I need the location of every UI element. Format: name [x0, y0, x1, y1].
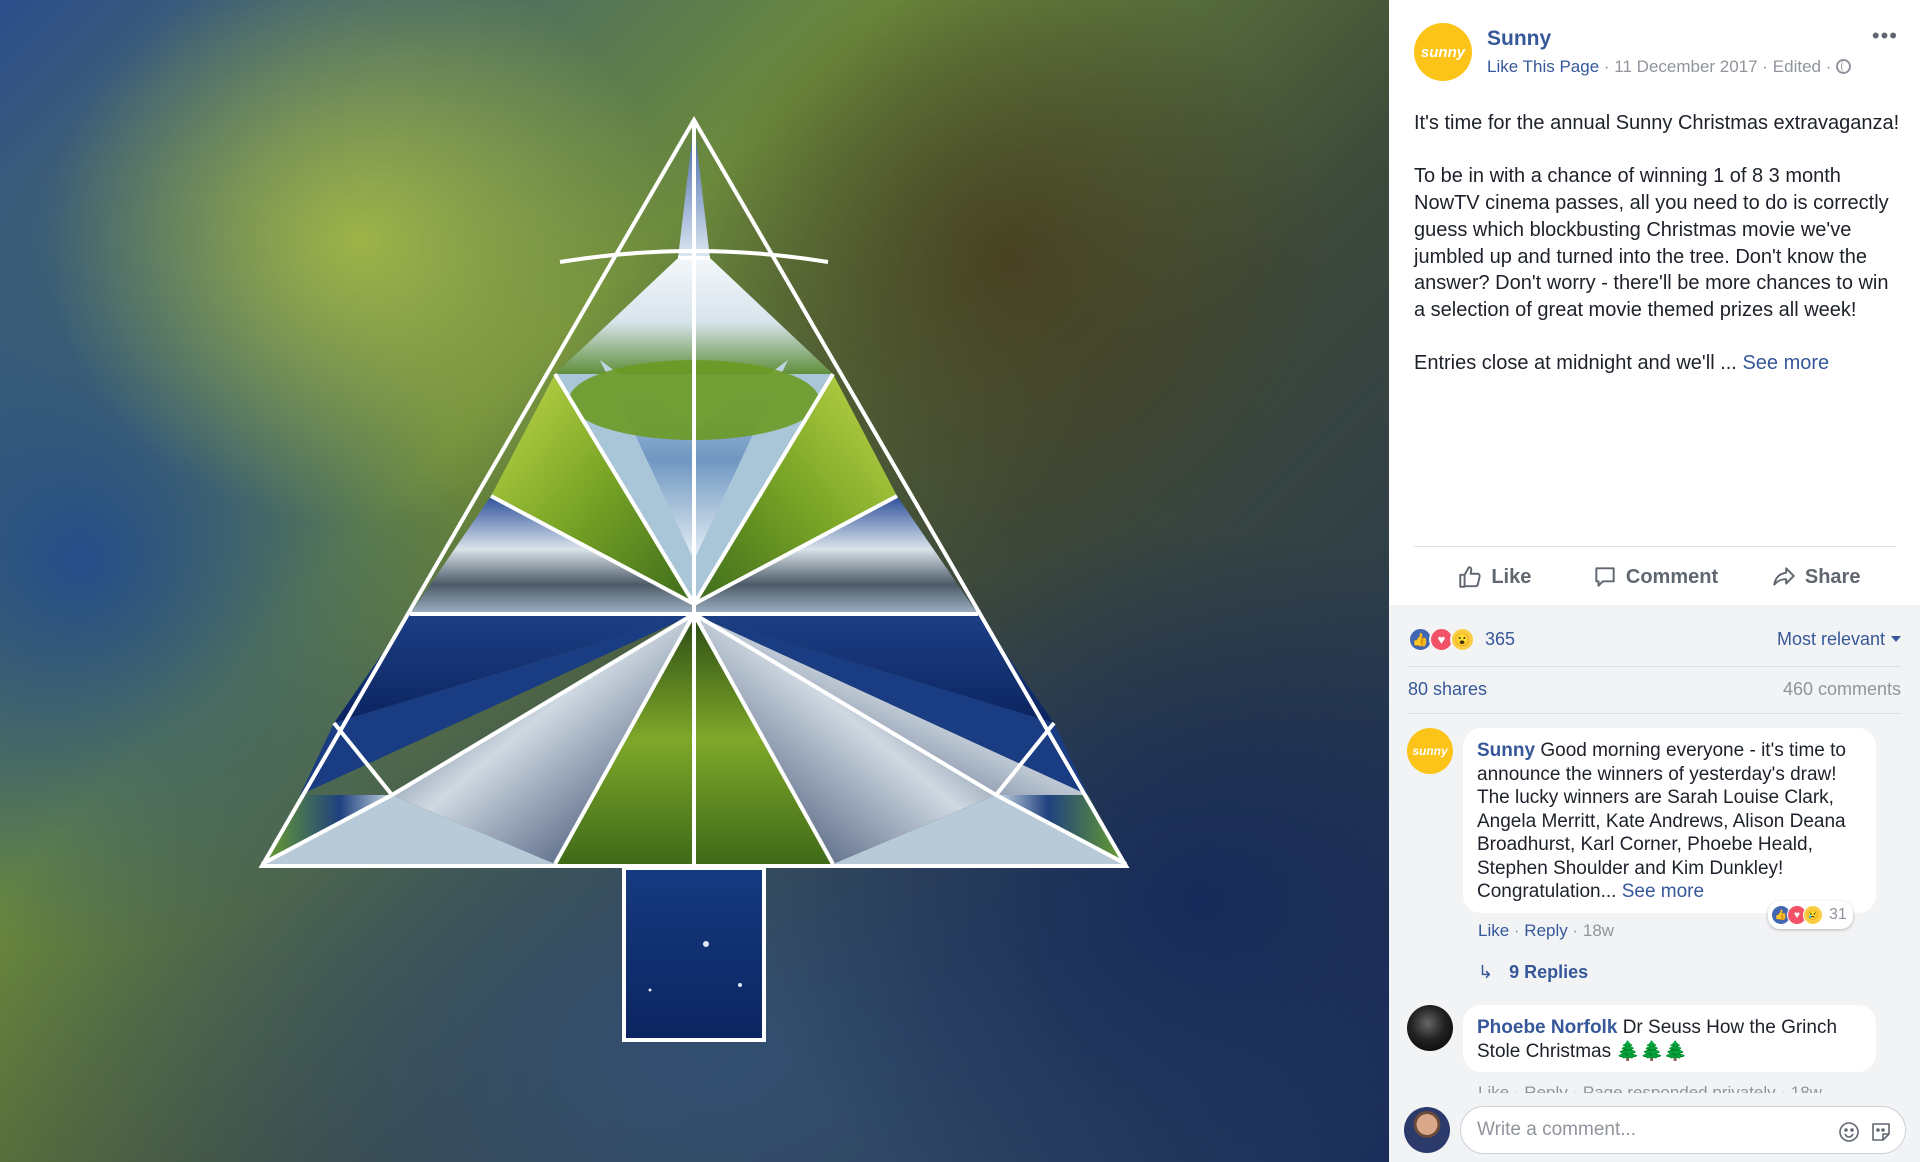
more-options-icon[interactable]: •••	[1872, 25, 1898, 47]
comment-input[interactable]: Write a comment...	[1460, 1106, 1906, 1154]
page-avatar[interactable]: sunny	[1414, 23, 1472, 81]
share-label: Share	[1804, 565, 1861, 588]
thumbs-up-icon	[1459, 566, 1481, 588]
comment-author[interactable]: Phoebe Norfolk	[1477, 1017, 1617, 1038]
comment-icon	[1595, 567, 1615, 587]
post-panel: sunny Sunny Like This Page · 11 December…	[1389, 0, 1920, 1162]
reply-arrow-icon: ↳	[1478, 962, 1494, 982]
like-label: Like	[1491, 565, 1532, 588]
shares-comments-row: 80 shares 460 comments	[1408, 679, 1901, 703]
post-meta: Like This Page · 11 December 2017 · Edit…	[1487, 57, 1852, 77]
comment-see-more-link[interactable]: See more	[1622, 881, 1704, 902]
sad-reaction-icon: 😢	[1803, 905, 1823, 925]
post-paragraph: It's time for the annual Sunny Christmas…	[1414, 112, 1900, 134]
reactions-summary[interactable]: 👍 ♥ 😮 365 Most relevant	[1408, 625, 1901, 655]
user-avatar[interactable]	[1404, 1107, 1450, 1153]
comment-composer: Write a comment...	[1389, 1099, 1920, 1162]
comment-like-link[interactable]: Like	[1478, 921, 1509, 940]
divider	[1408, 713, 1901, 714]
post-body: It's time for the annual Sunny Christmas…	[1414, 110, 1904, 404]
comment-reaction-count: 31	[1829, 906, 1847, 923]
meta-separator: ·	[1603, 57, 1610, 76]
post-paragraph-text: Entries close at midnight and we'll ...	[1414, 352, 1737, 375]
wow-reaction-icon: 😮	[1450, 627, 1475, 652]
comment-author[interactable]: Sunny	[1477, 740, 1535, 761]
shares-link[interactable]: 80 shares	[1408, 679, 1487, 700]
like-button[interactable]: Like	[1414, 552, 1575, 602]
sort-label: Most relevant	[1776, 629, 1885, 649]
christmas-tree-image	[258, 116, 1130, 1042]
comment-input-placeholder: Write a comment...	[1477, 1119, 1637, 1140]
post-paragraph: To be in with a chance of winning 1 of 8…	[1414, 165, 1889, 321]
divider	[1408, 666, 1901, 667]
comment-count[interactable]: 460 comments	[1783, 679, 1901, 700]
globe-icon	[1836, 59, 1852, 74]
comment-label: Comment	[1625, 565, 1719, 588]
meta-separator: ·	[1762, 57, 1769, 76]
divider	[1414, 546, 1896, 547]
post-actions: Like Comment Share	[1414, 552, 1896, 602]
reaction-count[interactable]: 365	[1485, 629, 1515, 650]
see-more-link[interactable]: See more	[1742, 352, 1829, 374]
post-paragraph: Entries close at midnight and we'll ... …	[1414, 350, 1904, 377]
like-page-link[interactable]: Like This Page	[1487, 57, 1599, 76]
comment-button[interactable]: Comment	[1575, 552, 1736, 602]
comment-bubble: Sunny Good morning everyone - it's time …	[1463, 728, 1876, 913]
post-date[interactable]: 11 December 2017	[1614, 57, 1757, 76]
share-button[interactable]: Share	[1735, 552, 1896, 602]
sticker-icon[interactable]	[1869, 1120, 1893, 1144]
reaction-icons: 👍 ♥ 😮	[1408, 627, 1484, 653]
emoji-icon[interactable]	[1837, 1120, 1861, 1144]
comments-section: 👍 ♥ 😮 365 Most relevant 80 shares 460 co…	[1389, 605, 1920, 1162]
comment-avatar[interactable]: sunny	[1407, 728, 1453, 774]
comment-meta: Like · Reply · 18w	[1478, 921, 1615, 940]
share-icon	[1773, 567, 1795, 586]
meta-separator: ·	[1825, 57, 1832, 76]
view-replies-link[interactable]: ↳ 9 Replies	[1478, 962, 1588, 983]
replies-label: 9 Replies	[1509, 962, 1589, 982]
comment-meta-text: Like · Reply · Page responded privately …	[1478, 1083, 1822, 1093]
comment-reply-link[interactable]: Reply	[1524, 921, 1567, 940]
comment-bubble: Phoebe Norfolk Dr Seuss How the Grinch S…	[1463, 1005, 1876, 1072]
sort-comments-dropdown[interactable]: Most relevant	[1777, 629, 1901, 650]
page-name-link[interactable]: Sunny	[1487, 27, 1551, 51]
post-header: sunny Sunny Like This Page · 11 December…	[1414, 23, 1904, 83]
comment-age[interactable]: 18w	[1583, 921, 1614, 940]
edited-label[interactable]: Edited	[1773, 57, 1821, 76]
caret-down-icon	[1891, 636, 1901, 642]
comment-text: Good morning everyone - it's time to ann…	[1477, 740, 1846, 902]
comment-avatar[interactable]	[1407, 1005, 1453, 1051]
comment-reactions[interactable]: 👍 ♥ 😢 31	[1768, 901, 1853, 929]
comment-meta-truncated: Like · Reply · Page responded privately …	[1478, 1081, 1822, 1093]
post-photo[interactable]	[0, 0, 1389, 1162]
